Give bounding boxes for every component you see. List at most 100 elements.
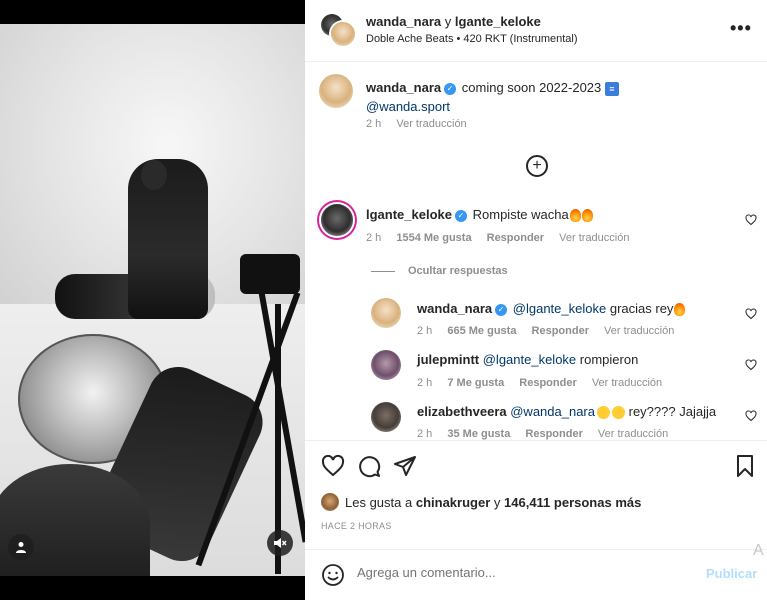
likes-count[interactable]: 146,411 personas más [504,495,641,510]
comment-composer: Publicar A [305,542,767,600]
translate-link[interactable]: Ver traducción [396,118,466,130]
verified-icon: ✓ [495,303,508,316]
publish-button[interactable]: Publicar [706,566,757,581]
comments-section[interactable]: wanda_nara ✓ coming soon 2022-2023 ≡ @wan… [305,62,767,440]
post-caption: wanda_nara ✓ coming soon 2022-2023 ≡ @wan… [366,78,746,116]
comment-time[interactable]: 2 h [366,232,381,244]
likes-middle: y [493,495,501,510]
fire-emoji-icon [674,303,686,317]
reply-likes[interactable]: 35 Me gusta [447,428,510,440]
likes-user[interactable]: chinakruger [416,495,490,510]
post-actions: Les gusta a chinakruger y 146,411 person… [305,440,767,550]
reply-meta: 2 h 7 Me gusta Responder Ver traducción [417,377,674,389]
heart-icon[interactable] [745,410,757,422]
translate-link[interactable]: Ver traducción [559,232,629,244]
author-username[interactable]: wanda_nara [366,14,441,29]
mute-button[interactable] [267,530,293,556]
heart-icon[interactable] [745,359,757,371]
likes-summary: Les gusta a chinakruger y 146,411 person… [345,495,641,510]
kneeling-person-head [141,160,167,190]
user-tag-button[interactable] [8,534,34,560]
verified-icon: ✓ [455,209,467,222]
reply-mention[interactable]: @lgante_keloke [483,352,576,367]
watermark-letter: A [753,542,764,559]
reply-button[interactable]: Responder [487,232,544,244]
avatar[interactable] [321,493,339,511]
reply: wanda_nara ✓ @lgante_keloke gracias rey [417,300,686,318]
more-options-button[interactable]: ••• [730,18,752,39]
caption-time[interactable]: 2 h [366,118,381,130]
heart-icon[interactable] [745,214,757,226]
comment: lgante_keloke ✓ Rompiste wacha [366,206,593,224]
post-video[interactable] [0,24,305,576]
reply-button[interactable]: Responder [532,325,589,337]
translate-link[interactable]: Ver traducción [604,325,674,337]
smile-icon[interactable] [321,563,345,587]
reply-button[interactable]: Responder [519,377,576,389]
reply-mention[interactable]: @lgante_keloke [513,301,606,316]
media-frame [0,0,305,600]
comment-text: Rompiste wacha [472,207,569,222]
avatar[interactable] [371,298,401,328]
post-panel: wanda_nara y lgante_keloke Doble Ache Be… [305,0,767,600]
post-timestamp[interactable]: HACE 2 HORAS [321,521,392,531]
comment-icon[interactable] [357,454,381,478]
reply-username[interactable]: wanda_nara [417,301,492,316]
load-more-comments-button[interactable]: + [526,155,548,177]
reply: elizabethveera @wanda_nara rey???? Jajaj… [417,403,716,421]
caption-meta: 2 h Ver traducción [366,118,479,130]
comment-meta: 2 h 1554 Me gusta Responder Ver traducci… [366,232,641,244]
speaker-muted-icon [274,538,287,548]
reply-likes[interactable]: 7 Me gusta [447,377,504,389]
reply-username[interactable]: julepmintt [417,352,479,367]
audio-track[interactable]: Doble Ache Beats • 420 RKT (Instrumental… [366,33,578,45]
post-authors: wanda_nara y lgante_keloke [366,14,541,29]
camera [240,254,300,294]
reply-time[interactable]: 2 h [417,377,432,389]
caption-mention[interactable]: @wanda.sport [366,99,450,114]
reply-text: rompieron [579,352,639,367]
comment-username[interactable]: lgante_keloke [366,207,452,222]
bookmark-icon[interactable] [733,454,757,478]
reply-username[interactable]: elizabethveera [417,404,507,419]
likes-prefix: Les gusta a [345,495,413,510]
plus-circle-icon: + [532,157,542,174]
laughing-emoji-icon [612,406,625,420]
caption-username[interactable]: wanda_nara [366,80,441,95]
reply-mention[interactable]: @wanda_nara [510,404,595,419]
kneeling-person [128,159,208,319]
avatar[interactable] [371,402,401,432]
authors-conjunction: y [444,14,452,29]
avatar[interactable] [321,204,353,236]
reply-time[interactable]: 2 h [417,325,432,337]
caption-text: coming soon 2022-2023 [461,80,602,95]
avatar[interactable] [331,22,355,46]
heart-icon[interactable] [745,308,757,320]
reply-meta: 2 h 665 Me gusta Responder Ver traducció… [417,325,686,337]
calendar-emoji-icon: ≡ [604,81,619,96]
user-tag-icon [16,542,26,553]
verified-icon: ✓ [444,82,457,95]
avatar[interactable] [319,74,353,108]
reply: julepmintt @lgante_keloke rompieron [417,351,638,369]
reply-text: rey???? Jajajja [628,404,717,419]
hide-replies-button[interactable]: Ocultar respuestas [408,265,508,277]
comment-likes[interactable]: 1554 Me gusta [396,232,471,244]
reply-likes[interactable]: 665 Me gusta [447,325,516,337]
reply-button[interactable]: Responder [525,428,582,440]
send-icon[interactable] [393,454,417,478]
reply-text: gracias rey [609,301,674,316]
reply-time[interactable]: 2 h [417,428,432,440]
translate-link[interactable]: Ver traducción [598,428,668,440]
avatar[interactable] [371,350,401,380]
author-username[interactable]: lgante_keloke [455,14,541,29]
comment-input[interactable] [357,565,647,580]
laughing-emoji-icon [597,406,610,420]
fire-emoji-icon [581,209,593,223]
replies-divider [371,271,395,272]
heart-icon[interactable] [321,454,345,478]
fire-emoji-icon [569,209,581,223]
translate-link[interactable]: Ver traducción [592,377,662,389]
reply-meta: 2 h 35 Me gusta Responder Ver traducción [417,428,680,440]
post-header: wanda_nara y lgante_keloke Doble Ache Be… [305,0,767,62]
